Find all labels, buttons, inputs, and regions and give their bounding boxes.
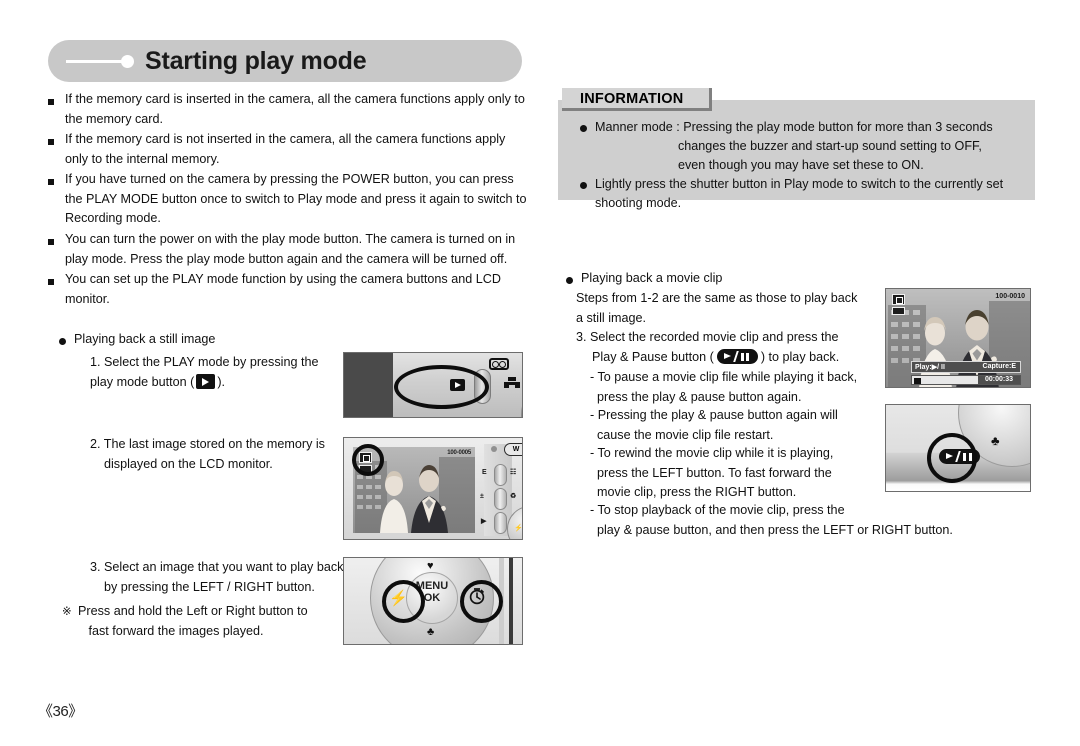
highlight-circle-right bbox=[460, 580, 503, 623]
figure-play-pause-button-location: ♣ bbox=[885, 404, 1031, 492]
bullet-dot-marker bbox=[566, 277, 573, 284]
information-box: Manner mode : Pressing the play mode but… bbox=[558, 100, 1035, 210]
camera-key-3 bbox=[494, 512, 507, 534]
camera-mode-dial bbox=[521, 379, 522, 417]
play-mode-button-icon bbox=[196, 374, 216, 389]
movie-substep-4: - To stop playback of the movie clip, pr… bbox=[590, 503, 953, 537]
figure-lcd-still-image: 100-0005 W E ☷ ± ♻ ▶ 🔒 ⚡ bbox=[343, 437, 523, 540]
left-bullet-5: You can set up the PLAY mode function by… bbox=[65, 272, 505, 306]
camera-key-2 bbox=[494, 488, 507, 510]
macro-icon: ♣ bbox=[991, 433, 1000, 448]
info-item-1-line-1: Manner mode : Pressing the play mode but… bbox=[595, 120, 993, 134]
battery-indicator-icon bbox=[892, 307, 905, 315]
lcd-still-file-number: 100-0005 bbox=[447, 450, 471, 456]
speaker-icon bbox=[489, 358, 509, 370]
movie-substep-3: - To rewind the movie clip while it is p… bbox=[590, 446, 834, 499]
play-icon: ▶ bbox=[481, 518, 487, 525]
highlight-circle bbox=[394, 365, 489, 409]
still-image-section-title: Playing back a still image bbox=[74, 332, 216, 346]
camera-left-dark-area bbox=[344, 353, 393, 417]
left-bullet-1: If the memory card is inserted in the ca… bbox=[65, 92, 529, 126]
highlight-circle bbox=[352, 444, 384, 476]
delete-icon: ♻ bbox=[510, 493, 517, 500]
bullet-dot-marker bbox=[580, 182, 587, 189]
macro-up-icon: ♥ bbox=[427, 560, 434, 572]
bullet-dot-marker bbox=[59, 338, 66, 345]
camera-key-1 bbox=[494, 464, 507, 486]
stop-square-icon bbox=[914, 377, 921, 384]
left-bullet-3: If you have turned on the camera by pres… bbox=[65, 172, 531, 225]
movie-elapsed-time: 00:00:33 bbox=[978, 376, 1020, 384]
printer-icon bbox=[504, 377, 520, 388]
still-step-1-line2: play mode button (). bbox=[90, 373, 225, 393]
status-lamp bbox=[491, 446, 497, 452]
bullet-marker bbox=[48, 239, 54, 245]
highlight-circle-left bbox=[382, 580, 425, 623]
info-item-2-line-2: shooting mode. bbox=[595, 196, 682, 210]
thumbnail-icon: ☷ bbox=[510, 469, 517, 476]
bullet-marker bbox=[48, 279, 54, 285]
information-tab-label: INFORMATION bbox=[580, 91, 684, 107]
movie-step-3-prefix: Play & Pause button ( bbox=[592, 350, 714, 364]
camera-back-body: ♣ bbox=[886, 405, 1030, 491]
play-mode-indicator-icon bbox=[892, 294, 905, 305]
movie-clip-intro: Steps from 1-2 are the same as those to … bbox=[576, 291, 858, 325]
bullet-marker bbox=[48, 99, 54, 105]
camera-back-body: 100-0005 W E ☷ ± ♻ ▶ 🔒 ⚡ bbox=[344, 438, 522, 539]
figure-lcd-movie-clip: 100-0010 Play:▶/ II Capture:E 00:00:33 bbox=[885, 288, 1031, 388]
page-title: Starting play mode bbox=[145, 47, 367, 75]
movie-substep-2: - Pressing the play & pause button again… bbox=[590, 408, 838, 442]
play-pause-button-icon bbox=[716, 349, 758, 364]
movie-osd-bar: Play:▶/ II Capture:E bbox=[911, 361, 1021, 373]
left-bullet-2: If the memory card is not inserted in th… bbox=[65, 132, 509, 166]
exposure-icon: ± bbox=[480, 493, 484, 500]
movie-step-3-line1: 3. Select the recorded movie clip and pr… bbox=[576, 330, 839, 344]
movie-clip-section-title: Playing back a movie clip bbox=[581, 271, 723, 285]
still-step-2: 2. The last image stored on the memory i… bbox=[90, 437, 325, 471]
info-item-2-line-1: Lightly press the shutter button in Play… bbox=[595, 177, 1004, 191]
highlight-circle bbox=[927, 433, 977, 483]
bullet-marker bbox=[48, 139, 54, 145]
figure-play-mode-button bbox=[343, 352, 523, 418]
flash-icon: ⚡ bbox=[514, 525, 523, 532]
figure-navigation-pad: MENU OK ⚡ ♥ ♣ bbox=[343, 557, 523, 645]
ok-label: OK bbox=[423, 592, 441, 604]
bullet-dot-marker bbox=[580, 125, 587, 132]
page-number: 《36》 bbox=[38, 703, 83, 720]
header-dot-decoration bbox=[121, 55, 134, 68]
zoom-wide-button: W bbox=[504, 443, 522, 456]
movie-step-3-suffix: ) to play back. bbox=[760, 350, 840, 364]
movie-progress-bar: 00:00:33 bbox=[911, 375, 1021, 385]
movie-substep-1: - To pause a movie clip file while playi… bbox=[590, 370, 858, 404]
still-note: Press and hold the Left or Right button … bbox=[78, 604, 308, 638]
still-step-1-prefix: play mode button ( bbox=[90, 375, 195, 389]
key-label-e: E bbox=[482, 469, 487, 476]
camera-back-body: MENU OK ⚡ ♥ ♣ bbox=[344, 558, 522, 644]
info-item-1-line-2: changes the buzzer and start-up sound se… bbox=[678, 139, 982, 153]
still-step-3: 3. Select an image that you want to play… bbox=[90, 560, 344, 594]
page-header-banner: Starting play mode bbox=[48, 40, 522, 82]
still-step-1-line1: 1. Select the PLAY mode by pressing the bbox=[90, 355, 319, 369]
lcd-movie-file-number: 100-0010 bbox=[995, 293, 1025, 300]
osd-capture-label: Capture:E bbox=[982, 363, 1016, 370]
information-tab: INFORMATION bbox=[562, 88, 712, 111]
still-step-1-suffix: ). bbox=[217, 375, 226, 389]
macro-down-icon: ♣ bbox=[427, 626, 435, 638]
left-bullet-4: You can turn the power on with the play … bbox=[65, 232, 519, 266]
camera-edge-dark bbox=[509, 558, 513, 644]
info-item-1-line-3: even though you may have set these to ON… bbox=[678, 158, 924, 172]
header-dash-decoration bbox=[66, 60, 124, 63]
movie-step-3-line2: Play & Pause button ( ) to play back. bbox=[592, 348, 839, 368]
bullet-marker bbox=[48, 179, 54, 185]
osd-play-label: Play:▶/ II bbox=[915, 364, 945, 371]
note-mark: ※ bbox=[62, 606, 72, 618]
lcd-screen-movie: 100-0010 Play:▶/ II Capture:E 00:00:33 bbox=[886, 289, 1030, 387]
